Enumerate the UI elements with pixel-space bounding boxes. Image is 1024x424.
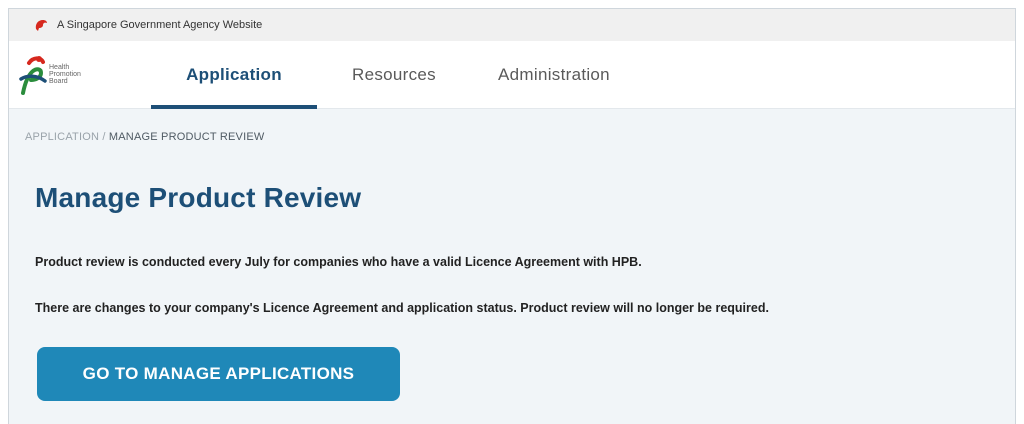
nav-tab-application[interactable]: Application xyxy=(151,41,317,109)
main-navbar: Health Promotion Board Application Resou… xyxy=(9,41,1015,109)
info-paragraph-review: Product review is conducted every July f… xyxy=(35,255,642,269)
info-paragraph-status: There are changes to your company's Lice… xyxy=(35,301,769,315)
breadcrumb: APPLICATION / MANAGE PRODUCT REVIEW xyxy=(25,131,264,143)
hpb-logo[interactable]: Health Promotion Board xyxy=(9,41,151,108)
lion-head-icon xyxy=(35,20,47,31)
masthead-text: A Singapore Government Agency Website xyxy=(57,19,263,31)
nav-tab-administration[interactable]: Administration xyxy=(469,41,639,108)
nav-tab-resources[interactable]: Resources xyxy=(329,41,459,108)
breadcrumb-current: MANAGE PRODUCT REVIEW xyxy=(108,131,265,143)
page-title: Manage Product Review xyxy=(35,182,362,213)
logo-line: Promotion xyxy=(49,71,81,78)
logo-line: Board xyxy=(49,78,68,85)
hpb-logo-icon xyxy=(19,55,47,95)
go-to-manage-applications-button[interactable]: GO TO MANAGE APPLICATIONS xyxy=(37,347,400,401)
logo-line: Health xyxy=(49,64,70,71)
hpb-logo-text: Health Promotion Board xyxy=(49,64,81,85)
breadcrumb-parent-link[interactable]: APPLICATION / xyxy=(25,131,106,143)
gov-masthead: A Singapore Government Agency Website xyxy=(9,9,1015,41)
browser-frame: A Singapore Government Agency Website He… xyxy=(8,8,1016,424)
